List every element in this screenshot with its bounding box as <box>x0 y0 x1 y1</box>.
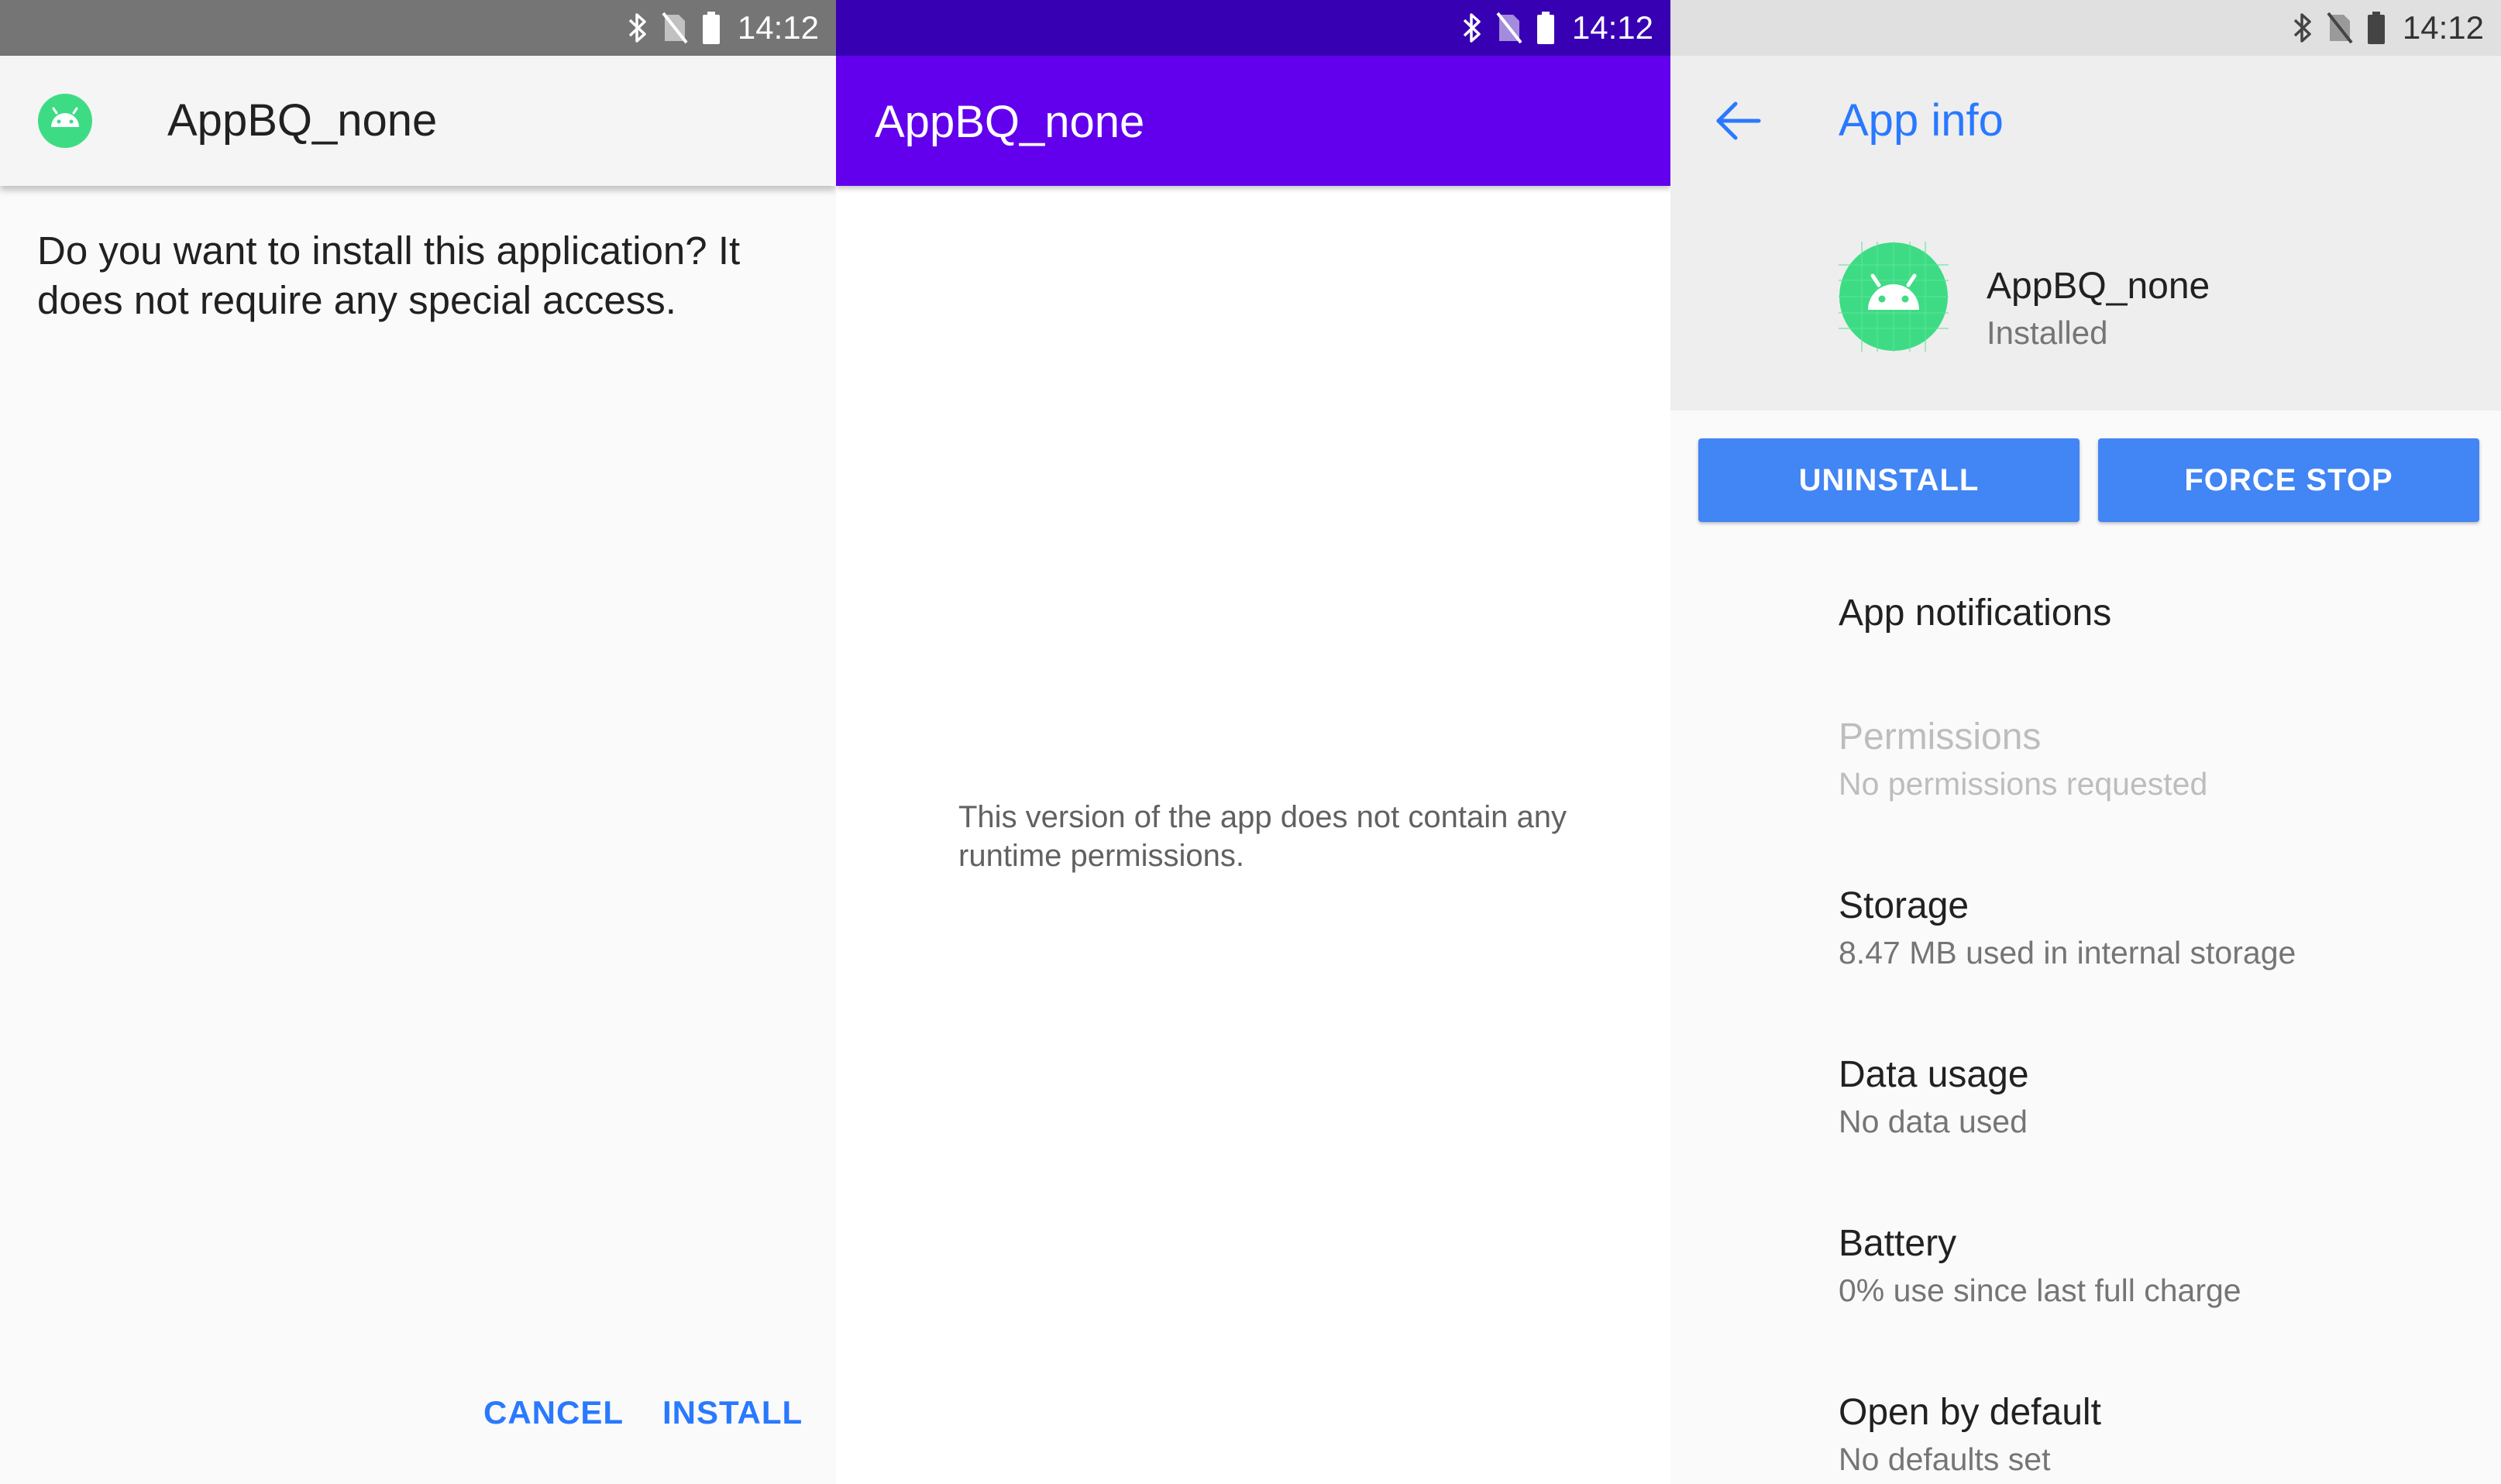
data-usage-item[interactable]: Data usage No data used <box>1839 1052 2474 1145</box>
app-status: Installed <box>1987 314 2108 351</box>
back-arrow-icon[interactable] <box>1714 99 1763 143</box>
item-subtitle: No data used <box>1839 1104 2028 1139</box>
permissions-item: Permissions No permissions requested <box>1839 714 2474 807</box>
app-info-header: App info AppBQ_none Installed <box>1670 56 2501 411</box>
storage-item[interactable]: Storage 8.47 MB used in internal storage <box>1839 883 2474 976</box>
force-stop-button[interactable]: FORCE STOP <box>2098 438 2479 522</box>
item-title: Data usage <box>1839 1054 2029 1095</box>
no-sim-icon <box>662 12 688 44</box>
status-time: 14:12 <box>2402 9 2484 46</box>
item-title: Open by default <box>1839 1392 2101 1433</box>
item-subtitle: 0% use since last full charge <box>1839 1273 2241 1308</box>
app-notifications-item[interactable]: App notifications <box>1839 590 2474 637</box>
open-by-default-item[interactable]: Open by default No defaults set <box>1839 1390 2474 1482</box>
app-header: AppBQ_none <box>0 56 836 186</box>
cancel-button[interactable]: CANCEL <box>483 1394 624 1431</box>
install-button[interactable]: INSTALL <box>662 1394 803 1431</box>
item-title: App notifications <box>1839 593 2112 634</box>
no-permissions-message: This version of the app does not contain… <box>958 800 1567 873</box>
install-screen: 14:12 AppBQ_none Do you want to install … <box>0 0 836 1484</box>
app-title: AppBQ_none <box>167 95 438 146</box>
no-sim-icon <box>2327 12 2353 44</box>
battery-icon <box>2367 12 2385 44</box>
item-title: Storage <box>1839 885 1969 926</box>
no-sim-icon <box>1496 12 1522 44</box>
item-title: Battery <box>1839 1223 1957 1264</box>
item-title: Permissions <box>1839 716 2042 757</box>
bluetooth-icon <box>628 13 646 43</box>
android-app-icon <box>1839 242 1949 352</box>
status-time: 14:12 <box>737 9 819 46</box>
toolbar-title: AppBQ_none <box>875 97 1145 147</box>
battery-item[interactable]: Battery 0% use since last full charge <box>1839 1221 2474 1314</box>
page-title: App info <box>1839 95 2004 146</box>
app-name: AppBQ_none <box>1987 266 2210 307</box>
status-bar: 14:12 <box>1670 0 2501 56</box>
status-time: 14:12 <box>1571 9 1653 46</box>
status-bar: 14:12 <box>0 0 836 56</box>
permissions-screen: 14:12 AppBQ_none This version of the app… <box>836 0 1670 1484</box>
app-info-screen: 14:12 App info AppBQ_none Installed UNIN… <box>1670 0 2501 1484</box>
item-subtitle: 8.47 MB used in internal storage <box>1839 935 2296 970</box>
bluetooth-icon <box>2293 13 2311 43</box>
battery-icon <box>702 12 720 44</box>
uninstall-button[interactable]: UNINSTALL <box>1698 438 2080 522</box>
toolbar: AppBQ_none <box>836 56 1670 186</box>
android-app-icon <box>38 94 92 148</box>
install-message: Do you want to install this application?… <box>37 228 741 322</box>
item-subtitle: No permissions requested <box>1839 766 2208 802</box>
status-bar: 14:12 <box>836 0 1670 56</box>
bluetooth-icon <box>1463 13 1481 43</box>
battery-icon <box>1536 12 1554 44</box>
item-subtitle: No defaults set <box>1839 1441 2051 1477</box>
